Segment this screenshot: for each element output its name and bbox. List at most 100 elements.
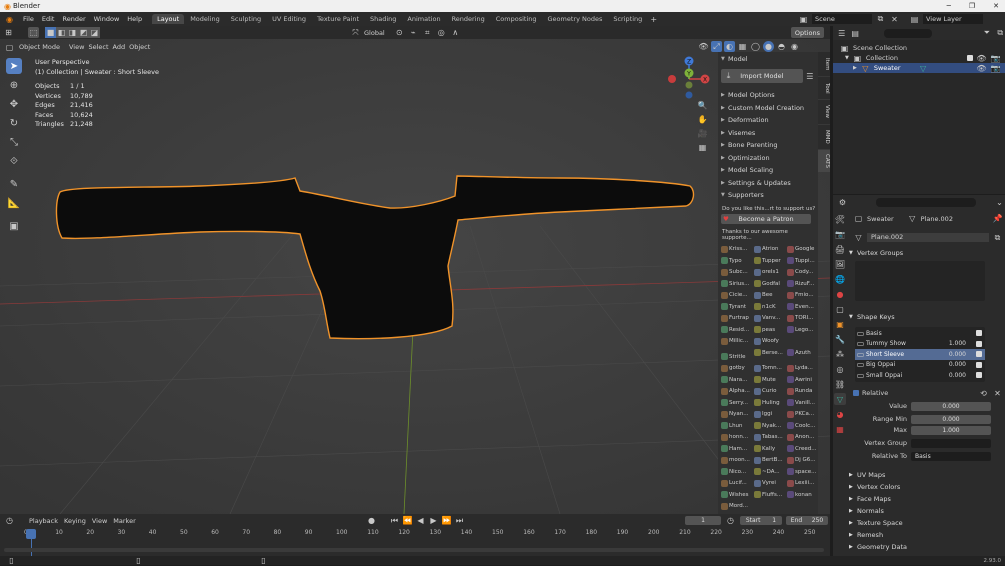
tab-tool[interactable]: Tool <box>818 77 830 99</box>
supporter-item[interactable]: Curio <box>754 386 785 398</box>
visibility-icon[interactable]: 👁 <box>698 41 709 52</box>
tab-mmd[interactable]: MMD <box>818 125 830 149</box>
gizmo-toggle-icon[interactable]: ⤢ <box>711 41 722 52</box>
supporter-item[interactable]: Lego... <box>787 324 818 336</box>
3d-viewport[interactable]: ⊞ ⬚ ■ ◧ ◨ ◩ ◪ ⤧ Global ⊙ ⌁ ⌗ ◎ ∧ Options… <box>0 26 830 514</box>
supporter-item[interactable]: honn... <box>721 432 752 444</box>
next-key-icon[interactable]: ⏩ <box>441 515 452 526</box>
supporter-item[interactable]: Millic... <box>721 336 752 348</box>
model-header[interactable]: ▼ Model <box>718 52 818 66</box>
shape-key-row[interactable]: ▭ Big Oppai 0.000 <box>855 360 985 371</box>
annotate-tool-icon[interactable]: ✎ <box>6 176 22 192</box>
object-tab-icon[interactable]: ▣ <box>834 318 846 330</box>
expand-arrow-icon[interactable]: ▼ <box>845 55 849 61</box>
supporter-item[interactable]: gotby <box>721 363 752 375</box>
mode-extend-icon[interactable]: ◧ <box>56 27 67 38</box>
gizmo-neg-x[interactable] <box>668 75 676 83</box>
tab-scripting[interactable]: Scripting <box>608 14 647 24</box>
mode-new-icon[interactable]: ■ <box>45 27 56 38</box>
mesh-datablock-icon[interactable]: ▽ <box>853 232 864 243</box>
ortho-grid-icon[interactable]: ▦ <box>697 142 708 153</box>
supporter-item[interactable]: Serry... <box>721 397 752 409</box>
supporter-item[interactable]: Cicie... <box>721 290 752 302</box>
shape-keys-list[interactable]: ▭ Basis ▭ Tummy Show 1.000 ▭ Short Sleeve 0.0… <box>855 327 985 382</box>
supporter-item[interactable]: PKCa... <box>787 409 818 421</box>
minimize-button[interactable]: ─ <box>947 2 951 10</box>
xray-icon[interactable]: ▦ <box>737 41 748 52</box>
modifier-tab-icon[interactable]: 🔧 <box>834 333 846 345</box>
outliner-row-collection[interactable]: ▼ ▣ Collection 👁 📷 <box>833 53 1005 63</box>
properties-search-input[interactable] <box>876 197 976 207</box>
tab-modeling[interactable]: Modeling <box>185 14 225 24</box>
end-frame-field[interactable]: End 250 <box>786 516 828 525</box>
section-model-scaling[interactable]: ▶ Model Scaling <box>718 164 818 177</box>
data-tab-icon[interactable]: ▽ <box>834 393 846 405</box>
section-deformation[interactable]: ▶ Deformation <box>718 114 818 127</box>
supporter-item[interactable]: Vyrei <box>754 478 785 490</box>
render-tab-icon[interactable]: 📷 <box>834 228 846 240</box>
supporter-item[interactable]: Runda <box>787 386 818 398</box>
properties-editor-icon[interactable]: ⚙ <box>837 197 848 208</box>
add-workspace-icon[interactable]: + <box>648 14 659 25</box>
particles-tab-icon[interactable]: ⁂ <box>834 348 846 360</box>
supporter-item[interactable]: Tupper <box>754 255 785 267</box>
supporter-item[interactable]: Bee <box>754 290 785 302</box>
shape-key-lock-icon[interactable]: ✕ <box>992 388 1003 399</box>
texture-tab-icon[interactable]: ▦ <box>834 423 846 435</box>
section-custom-model[interactable]: ▶ Custom Model Creation <box>718 102 818 115</box>
supporter-item[interactable]: Google <box>787 244 818 256</box>
menu-keying[interactable]: Keying <box>64 517 86 525</box>
properties-options-icon[interactable]: ⌄ <box>994 197 1005 208</box>
range-min-field[interactable]: 0.000 <box>911 414 991 424</box>
supporter-item[interactable]: Tyrant <box>721 301 752 313</box>
start-frame-field[interactable]: Start 1 <box>740 516 782 525</box>
pin-icon[interactable]: 📌 <box>992 213 1003 224</box>
supporter-item[interactable]: Tuppi... <box>787 255 818 267</box>
section-normals[interactable]: ▶ Normals <box>849 505 1003 517</box>
pivot-icon[interactable]: ⊙ <box>394 27 405 38</box>
menu-marker[interactable]: Marker <box>113 517 135 525</box>
scene-tab-icon[interactable]: 🌐 <box>834 273 846 285</box>
supporter-item[interactable]: oreIs1 <box>754 267 785 279</box>
wireframe-shading-icon[interactable]: ◯ <box>750 41 761 52</box>
proportional-icon[interactable]: ◎ <box>436 27 447 38</box>
outliner-row-scene-collection[interactable]: ▣ Scene Collection <box>833 43 1005 53</box>
menu-file[interactable]: File <box>19 15 38 23</box>
new-collection-icon[interactable]: ⧉ <box>996 28 1005 39</box>
supporter-item[interactable]: Fmio... <box>787 290 818 302</box>
jump-start-icon[interactable]: ⏮ <box>389 515 400 526</box>
supporter-item[interactable]: Atrion <box>754 244 785 256</box>
section-texture-space[interactable]: ▶ Texture Space <box>849 517 1003 529</box>
timeline-scrollbar[interactable] <box>4 548 824 552</box>
menu-view[interactable]: View <box>69 43 84 51</box>
section-settings-updates[interactable]: ▶ Settings & Updates <box>718 177 818 190</box>
tab-uv-editing[interactable]: UV Editing <box>267 14 311 24</box>
shape-key-mute-checkbox[interactable] <box>976 361 982 368</box>
timeline-editor-icon[interactable]: ◷ <box>4 515 15 526</box>
vertex-groups-list[interactable] <box>855 261 985 301</box>
tab-item[interactable]: Item <box>818 52 830 76</box>
filter-icon[interactable]: ⏷ <box>982 28 991 39</box>
supporter-item[interactable]: Typo <box>721 255 752 267</box>
supporter-item[interactable]: Coolc... <box>787 420 818 432</box>
max-field[interactable]: 1.000 <box>911 425 991 435</box>
scene-name[interactable]: Scene <box>812 14 872 24</box>
snap-target-icon[interactable]: ⌗ <box>422 27 433 38</box>
section-visemes[interactable]: ▶ Visemes <box>718 127 818 140</box>
mode-dropdown[interactable]: Object Mode <box>19 43 65 51</box>
mesh-datablock-field[interactable]: Plane.002 <box>867 233 989 242</box>
supporter-item[interactable]: Awrini <box>787 374 818 386</box>
material-shading-icon[interactable]: ◓ <box>776 41 787 52</box>
supporter-item[interactable]: Sirius... <box>721 278 752 290</box>
move-tool-icon[interactable]: ✥ <box>6 96 22 112</box>
supporter-item[interactable]: ~DA... <box>754 466 785 478</box>
supporter-item[interactable]: Creed... <box>787 443 818 455</box>
menu-add[interactable]: Add <box>113 43 126 51</box>
camera-view-icon[interactable]: 🎥 <box>697 128 708 139</box>
frame-ruler[interactable]: 0102030405060708090100110120130140150160… <box>0 529 830 541</box>
fake-user-icon[interactable]: ⧉ <box>992 232 1003 243</box>
supporter-item[interactable]: BertB... <box>754 455 785 467</box>
supporter-item[interactable]: TORI... <box>787 313 818 325</box>
output-tab-icon[interactable]: 🖨 <box>834 243 846 255</box>
add-cube-tool-icon[interactable]: ▣ <box>6 218 22 234</box>
